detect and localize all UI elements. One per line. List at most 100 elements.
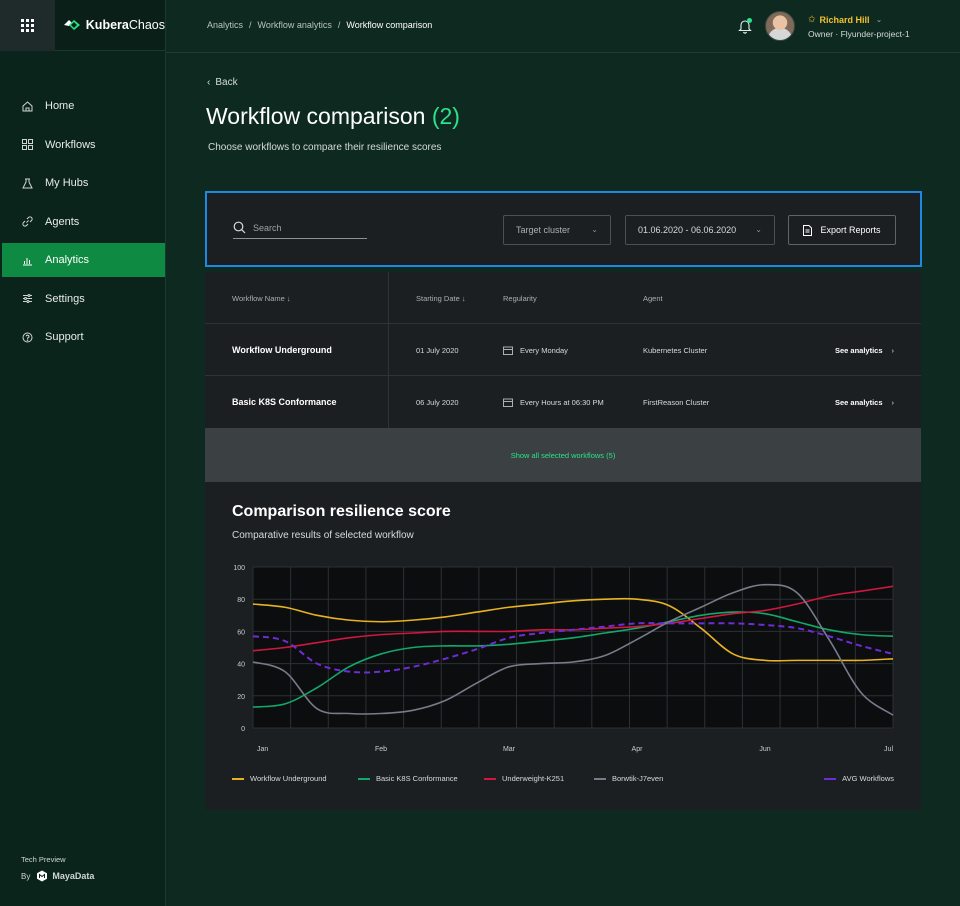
legend-swatch xyxy=(358,777,370,780)
user-menu[interactable]: ✩ Richard Hill ⌄ Owner · Flyunder-projec… xyxy=(808,14,910,39)
notification-dot xyxy=(747,18,752,23)
app-logo[interactable]: Kubera Chaos xyxy=(63,18,165,32)
page-title-text: Workflow comparison xyxy=(206,103,426,129)
sidebar-item-label: Home xyxy=(45,100,75,112)
table-header: Workflow Name ↓ Starting Date ↓ Regulari… xyxy=(205,272,921,324)
sidebar-item-agents[interactable]: Agents xyxy=(0,205,165,239)
help-circle-icon xyxy=(20,330,34,344)
legend-label: AVG Workflows xyxy=(842,774,894,783)
sidebar-header: Kubera Chaos xyxy=(0,0,165,51)
sidebar-item-workflows[interactable]: Workflows xyxy=(0,128,165,162)
workflow-name: Basic K8S Conformance xyxy=(232,397,337,407)
sidebar-item-my-hubs[interactable]: My Hubs xyxy=(0,166,165,200)
search-input[interactable] xyxy=(253,222,353,233)
legend-swatch xyxy=(484,777,496,780)
sidebar-item-label: My Hubs xyxy=(45,177,89,189)
legend-item[interactable]: Basic K8S Conformance xyxy=(358,774,458,783)
x-tick-label: Jun xyxy=(759,746,770,753)
regularity: Every Hours at 06:30 PM xyxy=(503,376,604,428)
y-tick-label: 100 xyxy=(233,565,245,572)
calendar-icon xyxy=(503,398,513,407)
date-range-value: 01.06.2020 - 06.06.2020 xyxy=(638,225,737,235)
breadcrumb-item-analytics[interactable]: Analytics xyxy=(207,20,243,30)
chevron-down-icon: ⌄ xyxy=(591,225,598,234)
y-tick-label: 80 xyxy=(237,597,245,604)
crown-icon: ✩ xyxy=(808,14,816,24)
sidebar-item-label: Analytics xyxy=(45,254,90,266)
see-analytics-label: See analytics xyxy=(834,345,883,355)
top-bar: Analytics / Workflow analytics / Workflow co… xyxy=(166,0,960,53)
see-analytics-link[interactable]: See analytics › xyxy=(835,324,894,376)
regularity-text: Every Hours at 06:30 PM xyxy=(520,397,604,407)
logo-text-light: Chaos xyxy=(128,18,165,32)
regularity: Every Monday xyxy=(503,324,568,376)
bar-chart-icon xyxy=(20,253,34,267)
regularity-text: Every Monday xyxy=(520,345,568,355)
see-analytics-label: See analytics xyxy=(834,397,883,407)
search-icon xyxy=(233,221,246,234)
workflows-icon xyxy=(20,138,34,152)
y-tick-label: 40 xyxy=(237,662,245,669)
legend-swatch xyxy=(824,777,837,780)
search-field xyxy=(233,217,367,239)
export-reports-button[interactable]: Export Reports xyxy=(788,215,896,245)
breadcrumb-item-workflow-analytics[interactable]: Workflow analytics xyxy=(258,20,332,30)
show-all-workflows-link[interactable]: Show all selected workflows (5) xyxy=(205,428,921,482)
x-tick-label: Jan xyxy=(257,746,268,753)
legend-item[interactable]: Underweight-K251 xyxy=(484,774,564,783)
mayadata-logo-icon xyxy=(37,870,48,882)
chevron-left-icon: ‹ xyxy=(207,77,211,88)
notifications-button[interactable] xyxy=(738,18,752,34)
legend-swatch xyxy=(594,777,606,780)
sidebar-footer: Tech Preview By MayaData xyxy=(21,855,94,882)
calendar-icon xyxy=(503,346,513,355)
back-link[interactable]: ‹ Back xyxy=(207,77,238,88)
workflow-table: Workflow Name ↓ Starting Date ↓ Regulari… xyxy=(205,272,921,428)
avatar[interactable] xyxy=(765,11,795,41)
powered-by: By MayaData xyxy=(21,870,94,882)
header-agent: Agent xyxy=(643,293,663,303)
date-range-select[interactable]: 01.06.2020 - 06.06.2020 ⌄ xyxy=(625,215,775,245)
header-regularity: Regularity xyxy=(503,293,537,303)
chevron-right-icon: › xyxy=(891,345,895,355)
agent: Kubernetes Cluster xyxy=(643,345,708,355)
see-analytics-link[interactable]: See analytics › xyxy=(835,376,894,428)
sidebar-item-settings[interactable]: Settings xyxy=(0,282,165,316)
sidebar-item-label: Agents xyxy=(45,215,80,228)
y-tick-label: 60 xyxy=(237,629,245,636)
comparison-chart-card: Comparison resilience score Comparative … xyxy=(205,482,921,810)
page-title: Workflow comparison (2) xyxy=(206,103,460,130)
legend-label: Basic K8S Conformance xyxy=(376,774,458,783)
breadcrumb: Analytics / Workflow analytics / Workflow co… xyxy=(207,20,432,30)
logo-text-bold: Kubera xyxy=(85,18,129,32)
chevron-right-icon: › xyxy=(891,397,895,407)
apps-menu-button[interactable] xyxy=(0,0,55,51)
filter-bar: Target cluster ⌄ 01.06.2020 - 06.06.2020… xyxy=(205,191,922,267)
header-starting-date[interactable]: Starting Date ↓ xyxy=(416,272,466,324)
x-tick-label: Feb xyxy=(375,746,387,753)
by-label: By xyxy=(21,871,31,881)
user-role: Owner · Flyunder-project-1 xyxy=(808,29,910,39)
target-cluster-select[interactable]: Target cluster ⌄ xyxy=(503,215,611,245)
legend-item[interactable]: Borwtik-J7even xyxy=(594,774,663,783)
y-tick-label: 20 xyxy=(237,694,245,701)
sliders-icon xyxy=(20,292,34,306)
export-reports-label: Export Reports xyxy=(820,225,881,235)
legend-item[interactable]: Workflow Underground xyxy=(232,774,327,783)
breadcrumb-item-current: Workflow comparison xyxy=(346,20,433,30)
sidebar-item-home[interactable]: Home xyxy=(0,89,165,123)
starting-date: 01 July 2020 xyxy=(416,345,459,355)
legend-item[interactable]: AVG Workflows xyxy=(824,774,894,783)
target-cluster-value: Target cluster xyxy=(516,225,571,235)
chart-legend: Workflow Underground Basic K8S Conformanc… xyxy=(232,774,894,786)
sidebar-item-analytics[interactable]: Analytics xyxy=(2,243,165,277)
breadcrumb-separator: / xyxy=(337,20,341,30)
header-workflow-name[interactable]: Workflow Name ↓ xyxy=(232,272,291,324)
resilience-line-chart: 0 20 40 60 80 100 Jan Feb Mar Apr Jun Jul xyxy=(233,565,894,753)
mayadata-brand: MayaData xyxy=(52,871,95,881)
sidebar-item-label: Settings xyxy=(45,292,85,305)
home-icon xyxy=(20,99,34,113)
workflow-name: Workflow Underground xyxy=(232,345,332,355)
legend-swatch xyxy=(232,777,244,780)
sidebar-item-support[interactable]: Support xyxy=(0,320,165,354)
